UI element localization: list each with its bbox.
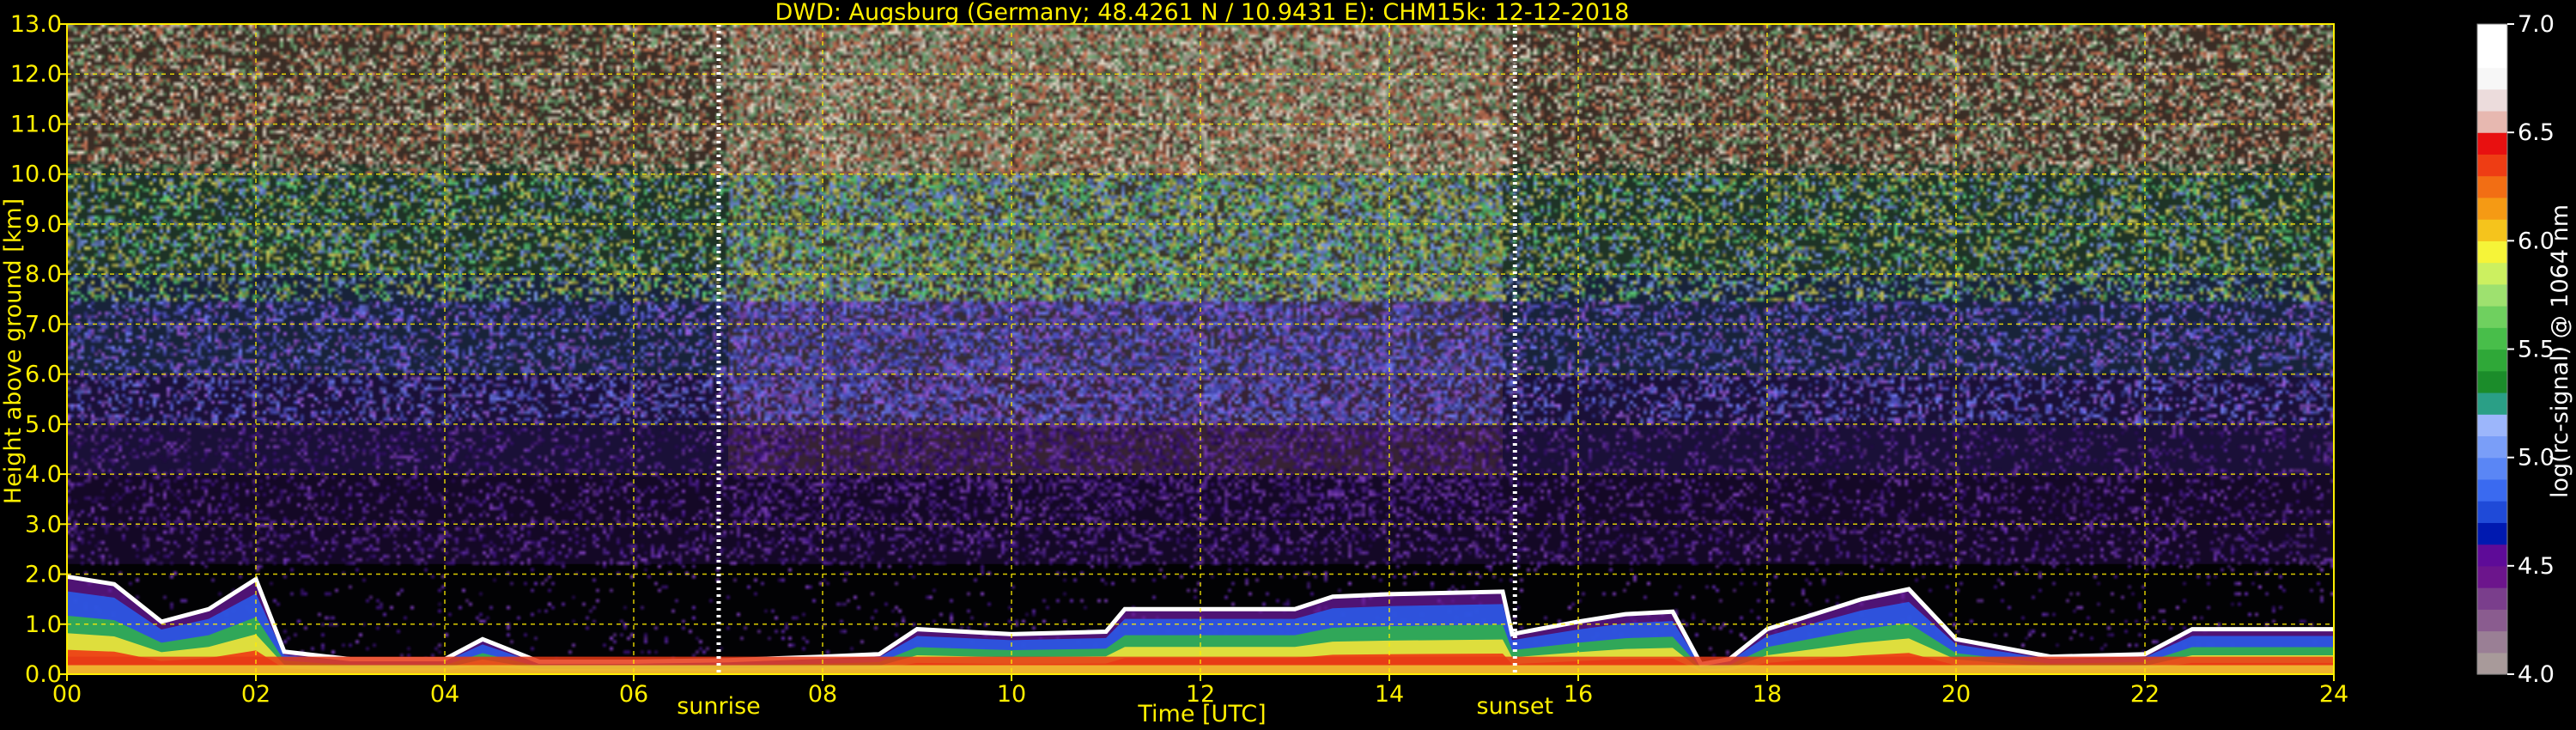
colorbar-segment — [2477, 327, 2507, 350]
y-tick-label: 4.0 — [25, 461, 62, 488]
colorbar-tick-label: 6.5 — [2518, 119, 2555, 146]
sun-marker-label: sunrise — [677, 693, 761, 720]
colorbar-tick-label: 4.5 — [2518, 553, 2555, 580]
colorbar-segment — [2477, 370, 2507, 393]
colorbar-segment — [2477, 522, 2507, 545]
colorbar-segment — [2477, 565, 2507, 588]
y-tick-label: 5.0 — [25, 411, 62, 438]
colorbar-segment — [2477, 652, 2507, 675]
colorbar-segment — [2477, 197, 2507, 220]
x-tick-label: 22 — [2130, 681, 2160, 708]
x-tick-label: 16 — [1564, 681, 1593, 708]
colorbar-segment — [2477, 457, 2507, 480]
y-tick-label: 9.0 — [25, 211, 62, 238]
y-tick-label: 8.0 — [25, 261, 62, 288]
y-tick-label: 7.0 — [25, 311, 62, 338]
colorbar-segment — [2477, 154, 2507, 177]
colorbar-segment — [2477, 544, 2507, 567]
x-axis-label: Time [UTC] — [1137, 701, 1266, 727]
x-tick-label: 18 — [1753, 681, 1782, 708]
colorbar-segment — [2477, 240, 2507, 264]
x-tick-label: 10 — [997, 681, 1026, 708]
x-tick-label: 04 — [430, 681, 459, 708]
colorbar-segment — [2477, 219, 2507, 241]
colorbar-segment — [2477, 306, 2507, 328]
colorbar-segment — [2477, 501, 2507, 523]
colorbar-segment — [2477, 24, 2507, 46]
y-tick-label: 0.0 — [25, 661, 62, 688]
colorbar-segment — [2477, 414, 2507, 437]
colorbar-segment — [2477, 478, 2507, 502]
colorbar-segment — [2477, 435, 2507, 459]
colorbar-label: log(rc-signal) @ 1064 nm — [2547, 204, 2573, 498]
colorbar-segment — [2477, 88, 2507, 112]
ceilometer-chart: sunrise sunset 00 02 04 06 08 10 12 14 16 18 20 22 24… — [0, 0, 2576, 730]
y-tick-label: 13.0 — [10, 11, 62, 38]
colorbar-segment — [2477, 67, 2507, 90]
colorbar-segment — [2477, 262, 2507, 285]
colorbar-segment — [2477, 349, 2507, 372]
x-tick-label: 06 — [619, 681, 648, 708]
y-tick-label: 2.0 — [25, 562, 62, 588]
x-tick-label: 14 — [1375, 681, 1404, 708]
chart-title: DWD: Augsburg (Germany; 48.4261 N / 10.9… — [775, 0, 1630, 26]
y-tick-label: 10.0 — [10, 161, 62, 188]
colorbar-segment — [2477, 175, 2507, 198]
colorbar-segment — [2477, 283, 2507, 307]
y-tick-label: 1.0 — [25, 611, 62, 638]
y-tick-label: 6.0 — [25, 362, 62, 388]
y-tick-label: 3.0 — [25, 511, 62, 538]
colorbar-segment — [2477, 609, 2507, 632]
colorbar-segment — [2477, 587, 2507, 610]
y-tick-label: 11.0 — [10, 111, 62, 137]
x-tick-label: 08 — [808, 681, 837, 708]
y-tick-label: 12.0 — [10, 61, 62, 88]
x-tick-label: 20 — [1941, 681, 1971, 708]
colorbar-tick-label: 7.0 — [2518, 11, 2555, 38]
colorbar-segment — [2477, 46, 2507, 69]
colorbar-segment — [2477, 110, 2507, 133]
sun-marker-label: sunset — [1477, 693, 1554, 720]
x-tick-label: 24 — [2319, 681, 2348, 708]
y-axis-label: Height above ground [km] — [0, 198, 27, 504]
colorbar-segment — [2477, 630, 2507, 654]
colorbar-segment — [2477, 392, 2507, 415]
colorbar-segment — [2477, 132, 2507, 155]
colorbar-tick-label: 4.0 — [2518, 661, 2555, 688]
x-tick-label: 02 — [241, 681, 270, 708]
